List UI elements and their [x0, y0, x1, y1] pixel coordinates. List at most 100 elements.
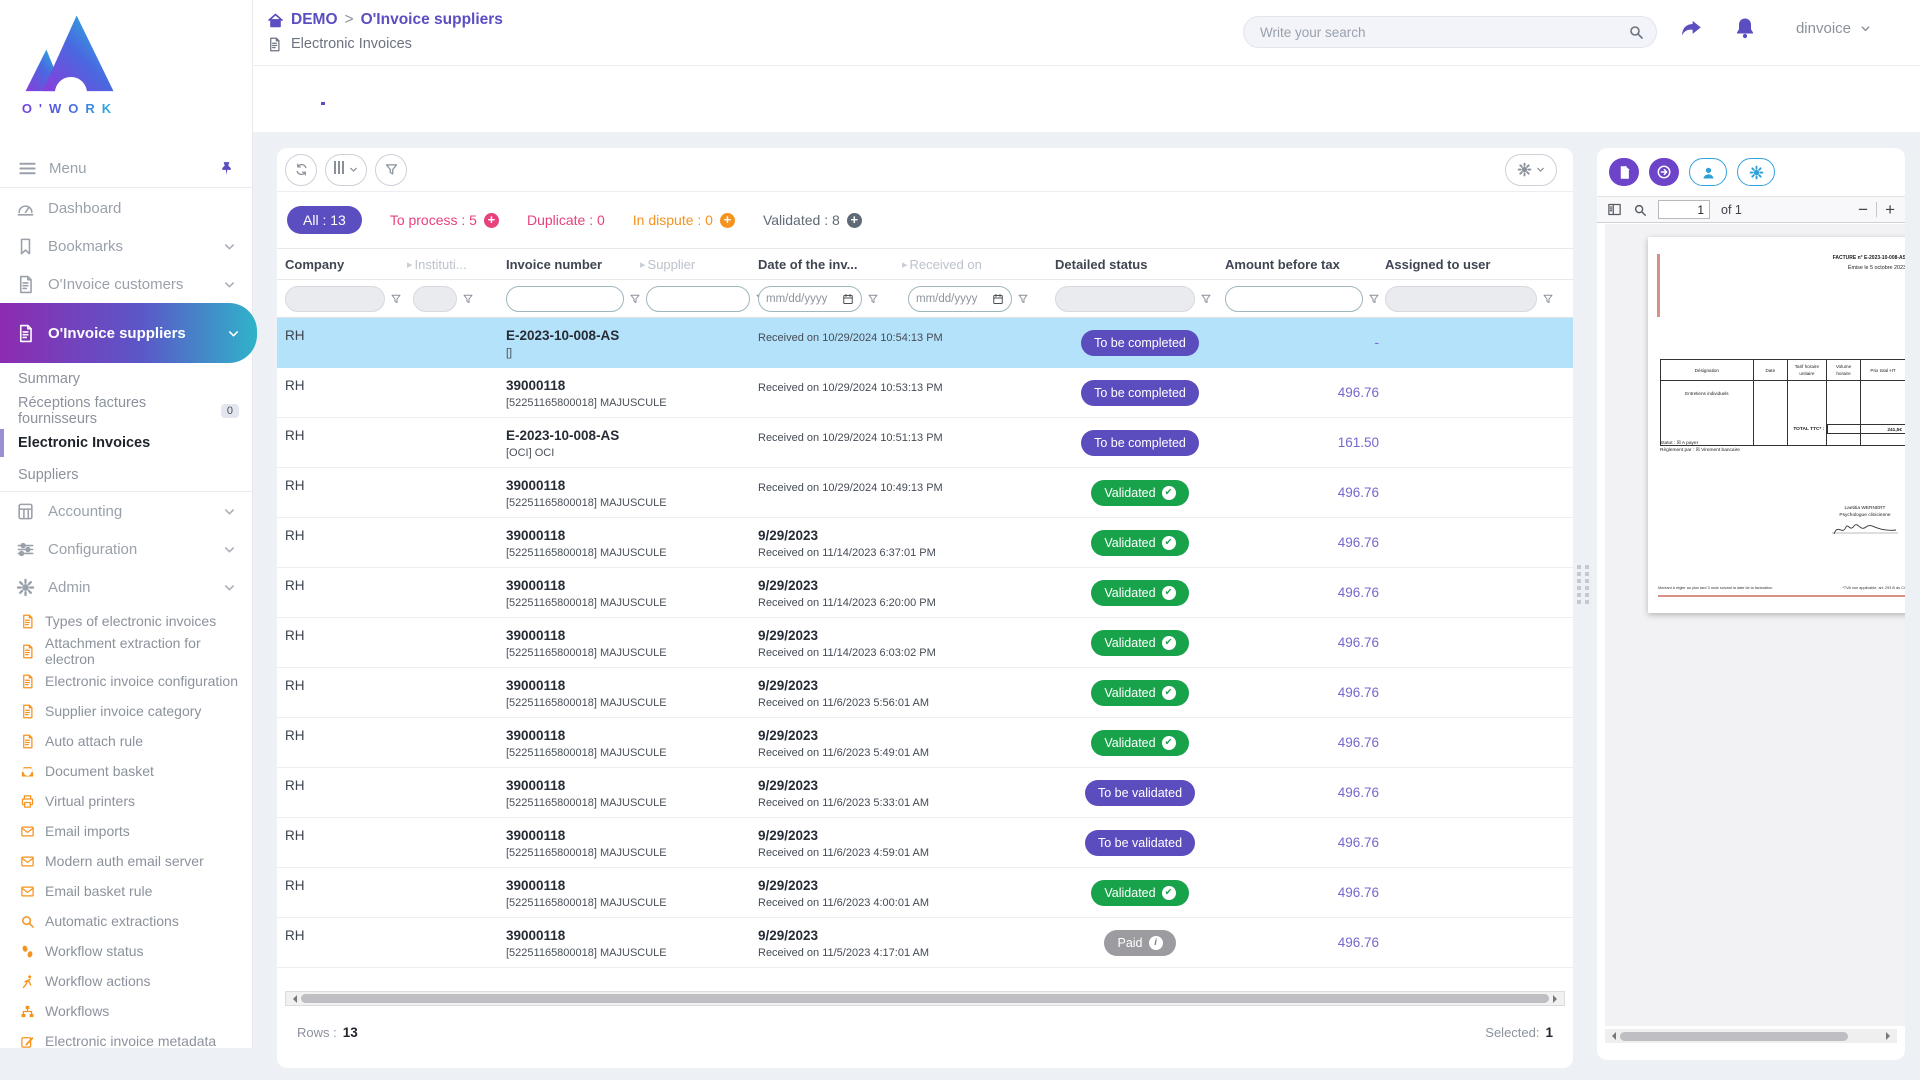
scroll-right-icon[interactable] — [1886, 1032, 1894, 1040]
admin-submenu-item[interactable]: Electronic invoice metadata — [0, 1026, 253, 1056]
column-funnel-icon[interactable] — [1368, 293, 1380, 305]
zoom-out-button[interactable]: − — [1858, 201, 1868, 218]
admin-submenu-item[interactable]: Workflows — [0, 996, 253, 1026]
column-header[interactable]: Date of the inv... — [758, 257, 908, 272]
column-funnel-icon[interactable] — [390, 293, 402, 305]
cell-amount[interactable]: 496.76 — [1225, 718, 1385, 767]
preview-settings-button[interactable] — [1737, 158, 1775, 186]
column-funnel-icon[interactable] — [629, 293, 641, 305]
cell-amount[interactable]: - — [1225, 318, 1385, 367]
filter-input[interactable] — [646, 286, 750, 312]
column-funnel-icon[interactable] — [867, 293, 879, 305]
status-filter-tab[interactable]: In dispute : 0 — [633, 212, 735, 228]
column-header[interactable]: Detailed status — [1055, 257, 1225, 272]
admin-submenu-item[interactable]: Document basket — [0, 756, 253, 786]
page-number-input[interactable] — [1658, 200, 1710, 219]
table-row[interactable]: RH 39000118 [52251165800018] MAJUSCULE 9… — [277, 668, 1573, 718]
admin-submenu-item[interactable]: Email imports — [0, 816, 253, 846]
cell-amount[interactable]: 496.76 — [1225, 868, 1385, 917]
filter-date-input[interactable]: mm/dd/yyyy — [908, 286, 1012, 312]
amount-link[interactable]: 496.76 — [1338, 935, 1379, 950]
scrollbar-thumb[interactable] — [301, 994, 1549, 1003]
cell-amount[interactable]: 496.76 — [1225, 468, 1385, 517]
preview-horizontal-scrollbar[interactable] — [1605, 1029, 1897, 1043]
table-horizontal-scrollbar[interactable] — [285, 991, 1565, 1006]
table-row[interactable]: RH 39000118 [52251165800018] MAJUSCULE 9… — [277, 718, 1573, 768]
search-icon[interactable] — [1628, 24, 1644, 40]
column-expand-icon[interactable]: ▸ — [640, 258, 646, 271]
submenu-item[interactable]: Summary — [0, 363, 253, 395]
admin-submenu-item[interactable]: Supplier invoice category — [0, 696, 253, 726]
submenu-item[interactable]: Suppliers — [0, 459, 253, 491]
admin-submenu-item[interactable]: Workflow actions — [0, 966, 253, 996]
cell-amount[interactable]: 496.76 — [1225, 918, 1385, 967]
scrollbar-thumb[interactable] — [1620, 1032, 1848, 1041]
scroll-left-icon[interactable] — [289, 995, 297, 1003]
user-menu[interactable]: dinvoice — [1796, 20, 1872, 37]
admin-submenu-item[interactable]: Email basket rule — [0, 876, 253, 906]
amount-link[interactable]: 161.50 — [1338, 435, 1379, 450]
sidebar-item[interactable]: Admin — [0, 568, 253, 606]
cell-amount[interactable]: 496.76 — [1225, 568, 1385, 617]
column-funnel-icon[interactable] — [1200, 293, 1212, 305]
column-expand-icon[interactable]: ▸ — [902, 258, 908, 271]
filter-date-input[interactable]: mm/dd/yyyy — [758, 286, 862, 312]
share-icon[interactable] — [1678, 16, 1704, 42]
cell-amount[interactable]: 496.76 — [1225, 768, 1385, 817]
columns-button[interactable] — [325, 154, 367, 186]
admin-submenu-item[interactable]: Automatic extractions — [0, 906, 253, 936]
column-header[interactable]: Assigned to user — [1385, 257, 1555, 272]
cell-amount[interactable]: 496.76 — [1225, 668, 1385, 717]
hamburger-icon[interactable] — [18, 159, 37, 178]
sidebar-item[interactable]: Bookmarks — [0, 227, 253, 265]
column-funnel-icon[interactable] — [462, 293, 474, 305]
status-filter-tab[interactable]: Validated : 8 — [763, 212, 862, 228]
open-document-button[interactable] — [1649, 158, 1679, 186]
admin-submenu-item[interactable]: Virtual printers — [0, 786, 253, 816]
zoom-in-button[interactable]: + — [1885, 201, 1895, 218]
home-icon[interactable] — [267, 12, 284, 29]
page-tab[interactable] — [267, 80, 271, 105]
table-row[interactable]: RH 39000118 [52251165800018] MAJUSCULE R… — [277, 468, 1573, 518]
admin-submenu-item[interactable]: Types of electronic invoices — [0, 606, 253, 636]
admin-submenu-item[interactable]: Auto attach rule — [0, 726, 253, 756]
column-header[interactable]: Invoice number — [506, 257, 646, 272]
amount-link[interactable]: 496.76 — [1338, 485, 1379, 500]
cell-amount[interactable]: 496.76 — [1225, 818, 1385, 867]
amount-link[interactable]: 496.76 — [1338, 585, 1379, 600]
column-header[interactable]: Amount before tax — [1225, 257, 1385, 272]
amount-link[interactable]: 496.76 — [1338, 535, 1379, 550]
breadcrumb-section[interactable]: O'Invoice suppliers — [361, 11, 503, 29]
sidebar-item[interactable]: Dashboard — [0, 189, 253, 227]
cell-amount[interactable]: 496.76 — [1225, 368, 1385, 417]
calendar-icon[interactable] — [842, 293, 854, 305]
sidebar-item-oinvoice-suppliers-active[interactable]: O'Invoice suppliers — [0, 303, 257, 363]
scroll-right-icon[interactable] — [1553, 995, 1561, 1003]
plus-circle-icon[interactable] — [484, 213, 499, 228]
pane-resize-handle[interactable] — [1577, 565, 1590, 604]
column-funnel-icon[interactable] — [1017, 293, 1029, 305]
table-settings-button[interactable] — [1505, 154, 1557, 186]
column-expand-icon[interactable]: ▸ — [407, 258, 413, 271]
sidebar-menu-header[interactable]: Menu — [0, 150, 253, 188]
amount-link[interactable]: 496.76 — [1338, 735, 1379, 750]
submenu-item[interactable]: Réceptions factures fournisseurs 0 — [0, 395, 253, 427]
bell-icon[interactable] — [1733, 16, 1757, 40]
status-filter-tab[interactable]: To process : 5 — [390, 212, 499, 228]
breadcrumb-root[interactable]: DEMO — [291, 11, 338, 29]
submenu-item[interactable]: Electronic Invoices — [0, 427, 253, 459]
amount-link[interactable]: 496.76 — [1338, 785, 1379, 800]
column-funnel-icon[interactable] — [1542, 293, 1554, 305]
pdf-viewport[interactable]: FACTURE n° E-2023-10-008-AS Émise le 5 o… — [1605, 224, 1905, 1026]
table-row[interactable]: RH E-2023-10-008-AS [OCI] OCI Received o… — [277, 418, 1573, 468]
cell-amount[interactable]: 496.76 — [1225, 618, 1385, 667]
table-row[interactable]: RH 39000118 [52251165800018] MAJUSCULE 9… — [277, 818, 1573, 868]
filter-button[interactable] — [375, 154, 407, 186]
find-icon[interactable] — [1633, 203, 1647, 217]
sidebar-item[interactable]: Accounting — [0, 492, 253, 530]
search-input[interactable] — [1260, 25, 1628, 40]
table-row[interactable]: RH 39000118 [52251165800018] MAJUSCULE 9… — [277, 768, 1573, 818]
plus-circle-icon[interactable] — [847, 213, 862, 228]
scroll-left-icon[interactable] — [1608, 1032, 1616, 1040]
cell-amount[interactable]: 161.50 — [1225, 418, 1385, 467]
